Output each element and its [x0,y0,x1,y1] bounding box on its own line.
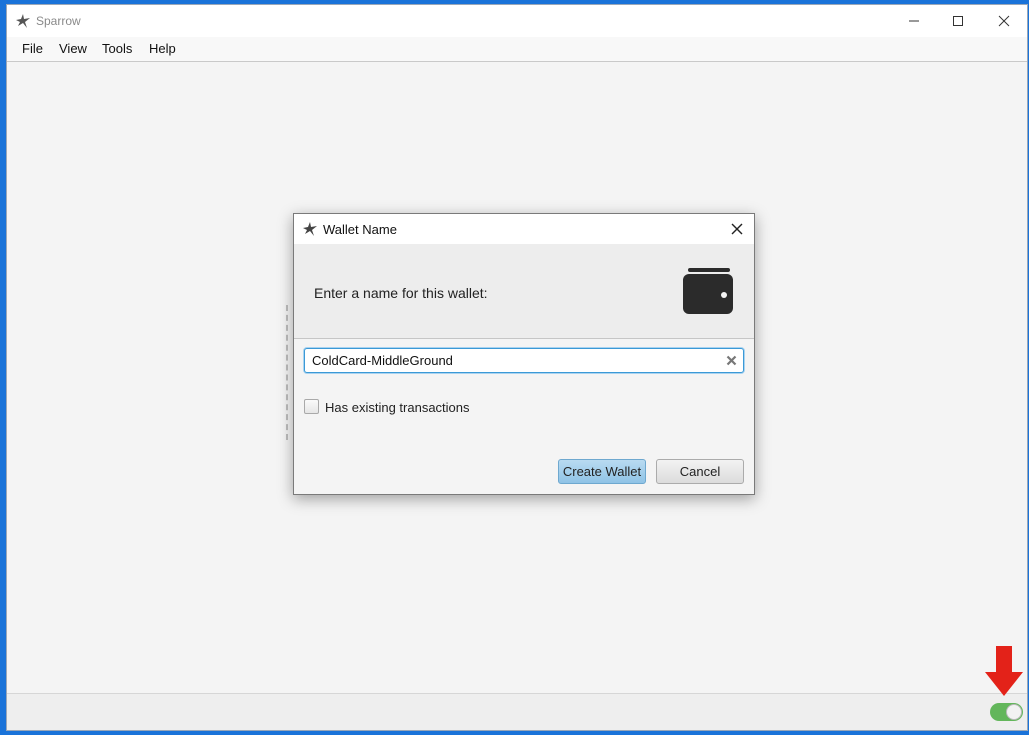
dialog-title: Wallet Name [323,222,397,237]
existing-transactions-checkbox[interactable] [304,399,319,414]
drop-zone-edge [286,305,288,440]
status-bar [7,693,1027,730]
dialog-prompt: Enter a name for this wallet: [314,285,488,301]
window-title: Sparrow [36,14,81,28]
existing-transactions-label: Has existing transactions [325,400,470,415]
close-icon[interactable] [993,11,1015,31]
connection-toggle[interactable] [990,703,1023,721]
create-wallet-button[interactable]: Create Wallet [558,459,646,484]
dialog-titlebar[interactable]: Wallet Name [294,214,754,244]
close-icon[interactable] [728,220,746,238]
dialog-header: Enter a name for this wallet: [294,244,754,339]
menu-file[interactable]: File [22,41,43,56]
clear-icon[interactable] [726,355,737,366]
menu-view[interactable]: View [59,41,87,56]
window-titlebar[interactable]: Sparrow [7,5,1027,37]
wallet-name-field[interactable] [304,348,744,373]
maximize-icon[interactable] [947,11,969,31]
wallet-name-input[interactable] [305,349,729,372]
down-arrow-icon [985,646,1023,696]
menu-tools[interactable]: Tools [102,41,132,56]
sparrow-logo-icon [16,14,30,28]
sparrow-logo-icon [303,222,317,236]
menu-help[interactable]: Help [149,41,176,56]
wallet-icon [683,268,733,314]
menu-bar: File View Tools Help [7,37,1027,62]
toggle-knob [1006,704,1022,720]
cancel-button[interactable]: Cancel [656,459,744,484]
minimize-icon[interactable] [903,11,925,31]
wallet-name-dialog: Wallet Name Enter a name for this wallet… [293,213,755,495]
